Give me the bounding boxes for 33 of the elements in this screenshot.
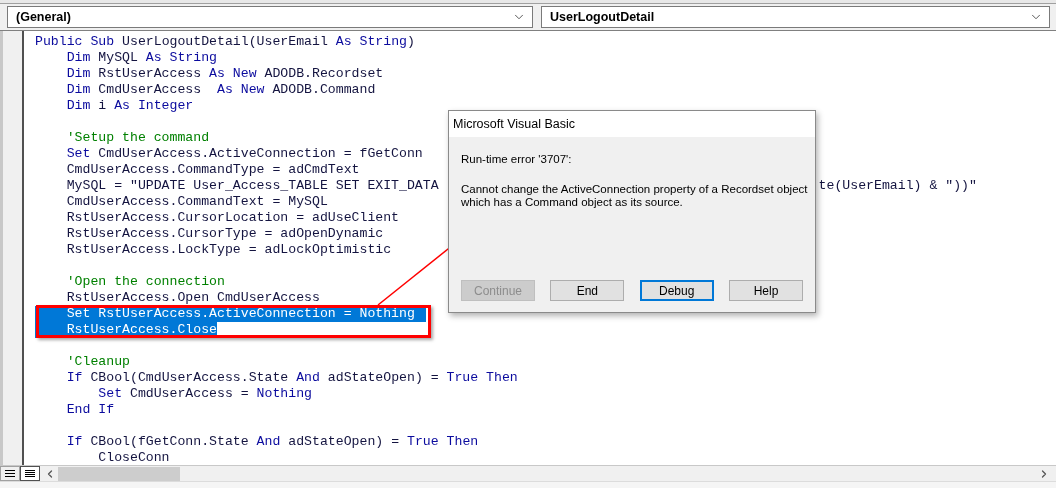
code-fragment: te(UserEmail) & "))" xyxy=(818,178,977,194)
code-line: CloseConn xyxy=(97,450,170,465)
code-line: CmdUserAccess.CommandText = MySQL xyxy=(65,194,328,210)
code-line: Public Sub UserLogoutDetail(UserEmail As String) xyxy=(35,34,415,50)
dialog-button[interactable]: Help xyxy=(729,280,803,301)
code-line: CmdUserAccess.CommandType = adCmdText xyxy=(65,162,360,178)
code-line: Set CmdUserAccess.ActiveConnection = fGetConn xyxy=(65,146,423,162)
code-line: Dim CmdUserAccess As New ADODB.Command xyxy=(65,82,376,98)
code-line: Dim i As Integer xyxy=(65,98,194,114)
procedure-view-button[interactable] xyxy=(0,466,20,481)
error-code: Run-time error '3707': xyxy=(461,152,573,167)
code-line: 'Setup the command xyxy=(65,130,210,146)
code-line: If CBool(fGetConn.State And adStateOpen) = True Then xyxy=(65,434,479,450)
code-line: Dim MySQL As String xyxy=(65,50,218,66)
code-line: RstUserAccess.LockType = adLockOptimistic xyxy=(65,242,392,258)
dropdown-field[interactable]: UserLogoutDetail xyxy=(541,6,1050,28)
code-line: Dim RstUserAccess As New ADODB.Recordset xyxy=(65,66,384,82)
code-line: If CBool(CmdUserAccess.State And adStateOpen) = True Then xyxy=(65,370,518,386)
code-line: RstUserAccess.CursorType = adOpenDynamic xyxy=(65,226,384,242)
code-line: MySQL = "UPDATE User_Access_TABLE SET EXIT_DATA xyxy=(65,178,439,194)
code-line: 'Cleanup xyxy=(65,354,130,370)
code-line: RstUserAccess.CursorLocation = adUseClient xyxy=(65,210,400,226)
code-line: 'Open the connection xyxy=(65,274,225,290)
dialog-title: Microsoft Visual Basic xyxy=(453,115,576,133)
code-line: RstUserAccess.Open CmdUserAccess xyxy=(65,290,320,306)
code-line: End If xyxy=(65,402,115,418)
dialog-button[interactable]: Debug xyxy=(639,280,714,301)
dropdown-field[interactable]: (General) xyxy=(7,6,533,28)
dialog-button[interactable]: End xyxy=(550,280,625,301)
code-line: Set CmdUserAccess = Nothing xyxy=(97,386,312,402)
error-message: Cannot change the ActiveConnection property of a Recordset object which has a Command object as its source. xyxy=(461,183,809,210)
module-view-button[interactable] xyxy=(20,466,40,481)
scrollbar-thumb[interactable] xyxy=(58,466,180,481)
